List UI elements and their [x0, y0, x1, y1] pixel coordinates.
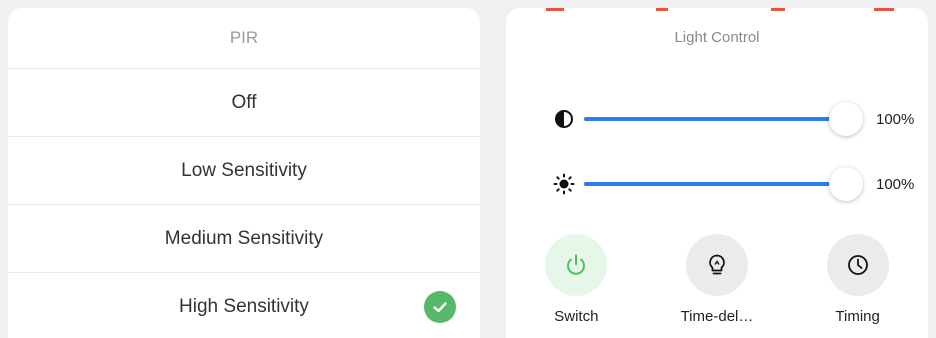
pir-option-off[interactable]: Off	[8, 69, 480, 137]
header-fragment	[874, 8, 894, 11]
brightness-value: 100%	[876, 175, 915, 193]
slider-fill	[584, 117, 846, 121]
slider-fill	[584, 182, 846, 186]
header-fragment	[546, 8, 564, 11]
check-icon	[424, 290, 456, 323]
pir-option-label: High Sensitivity	[179, 295, 309, 317]
pir-option-medium[interactable]: Medium Sensitivity	[8, 205, 480, 273]
pir-option-label: Off	[231, 91, 257, 113]
pir-option-label: Medium Sensitivity	[164, 227, 324, 249]
contrast-value: 100%	[876, 110, 915, 128]
header-fragment	[656, 8, 668, 11]
switch-label: Switch	[554, 308, 599, 325]
timing-label: Timing	[835, 308, 880, 325]
time-delay-button[interactable]: Time-del…	[657, 234, 777, 325]
pir-option-low[interactable]: Low Sensitivity	[8, 137, 480, 205]
pir-title: PIR	[8, 8, 480, 69]
pir-option-label: Low Sensitivity	[181, 159, 307, 181]
contrast-slider[interactable]	[584, 102, 863, 136]
clock-icon[interactable]	[826, 234, 889, 296]
timing-button[interactable]: Timing	[798, 234, 918, 325]
power-icon[interactable]	[545, 234, 608, 296]
action-bar: Switch Time-del… Timing	[506, 234, 928, 325]
light-control-panel: Light Control 100% 100% Switch Time-del……	[506, 8, 928, 338]
pir-sheet: PIR Off Low Sensitivity Medium Sensitivi…	[8, 8, 480, 338]
contrast-slider-row: 100%	[552, 99, 922, 139]
slider-thumb[interactable]	[829, 102, 863, 136]
brightness-slider-row: 100%	[552, 164, 922, 204]
bulb-icon[interactable]	[685, 234, 748, 296]
slider-thumb[interactable]	[829, 167, 863, 201]
light-control-title: Light Control	[674, 28, 760, 46]
switch-button[interactable]: Switch	[516, 234, 636, 325]
brightness-icon	[552, 172, 576, 196]
brightness-slider[interactable]	[584, 167, 863, 201]
time-delay-label: Time-del…	[680, 308, 754, 325]
header-fragment	[771, 8, 785, 11]
pir-option-high[interactable]: High Sensitivity	[8, 273, 480, 338]
contrast-icon	[552, 107, 576, 131]
